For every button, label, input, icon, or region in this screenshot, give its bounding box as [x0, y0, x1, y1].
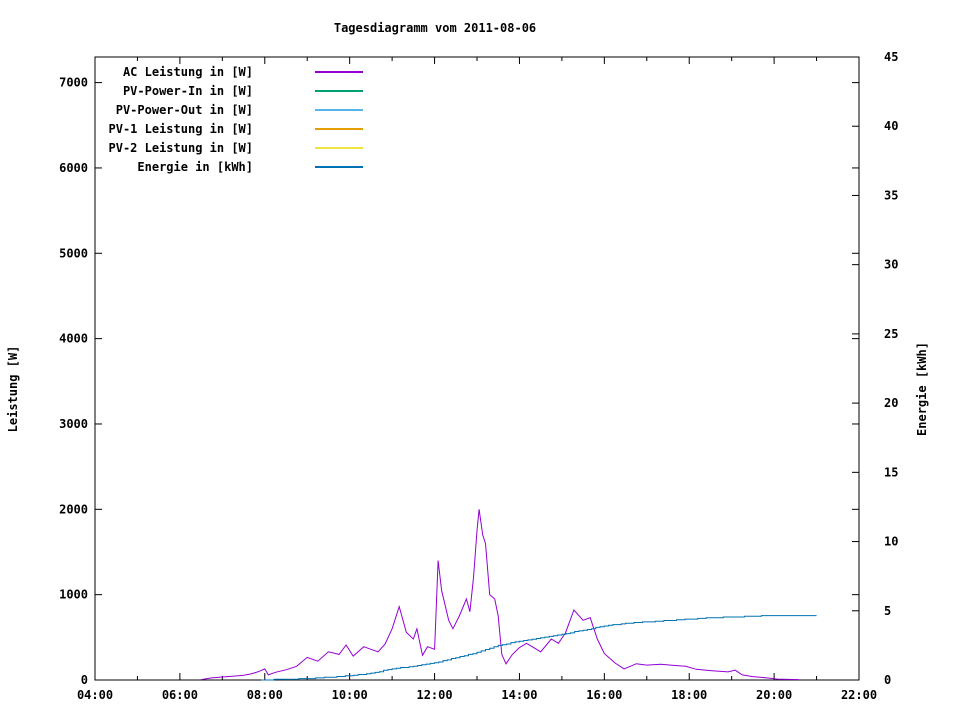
y2-tick-label: 30: [884, 258, 898, 272]
x-tick-label: 16:00: [586, 688, 622, 702]
x-tick-label: 08:00: [247, 688, 283, 702]
y2-tick-label: 45: [884, 50, 898, 64]
x-tick-label: 12:00: [416, 688, 452, 702]
y-tick-label: 1000: [59, 588, 88, 602]
series-line-0: [201, 509, 799, 681]
legend: AC Leistung in [W] PV-Power-In in [W] PV-P…: [95, 62, 363, 176]
y-tick-label: 7000: [59, 76, 88, 90]
x-tick-label: 18:00: [671, 688, 707, 702]
y2-tick-label: 15: [884, 465, 898, 479]
x-tick-label: 14:00: [501, 688, 537, 702]
legend-item-label: Energie in [kWh]: [137, 159, 253, 174]
legend-item-label: PV-1 Leistung in [W]: [108, 121, 254, 136]
legend-item: PV-2 Leistung in [W]: [95, 138, 363, 157]
legend-item-label: PV-Power-In in [W]: [122, 83, 253, 98]
y2-tick-label: 35: [884, 188, 898, 202]
y-tick-label: 5000: [59, 246, 88, 260]
chart-canvas: Tagesdiagramm vom 2011-08-06 Leistung [W…: [0, 0, 960, 720]
y2-tick-label: 25: [884, 327, 898, 341]
y2-tick-label: 20: [884, 396, 898, 410]
y2-tick-label: 40: [884, 119, 898, 133]
y-tick-label: 6000: [59, 161, 88, 175]
y-tick-label: 3000: [59, 417, 88, 431]
x-tick-label: 06:00: [162, 688, 198, 702]
legend-item-line: [315, 89, 363, 92]
y2-tick-label: 5: [884, 604, 891, 618]
x-tick-label: 10:00: [332, 688, 368, 702]
legend-item: Energie in [kWh]: [95, 157, 363, 176]
x-tick-label: 22:00: [841, 688, 877, 702]
legend-item-label: AC Leistung in [W]: [122, 64, 253, 79]
y2-tick-label: 0: [884, 673, 891, 687]
legend-item-line: [315, 108, 363, 111]
y-tick-label: 2000: [59, 502, 88, 516]
legend-item-label: PV-2 Leistung in [W]: [108, 140, 254, 155]
legend-item-label: PV-Power-Out in [W]: [115, 102, 253, 117]
legend-item: PV-1 Leistung in [W]: [95, 119, 363, 138]
legend-item-line: [315, 165, 363, 168]
legend-item-line: [315, 70, 363, 73]
legend-item-line: [315, 127, 363, 130]
x-tick-label: 04:00: [77, 688, 113, 702]
y-tick-label: 4000: [59, 332, 88, 346]
y-tick-label: 0: [81, 673, 88, 687]
legend-item: PV-Power-Out in [W]: [95, 100, 363, 119]
legend-item-line: [315, 146, 363, 149]
legend-item: AC Leistung in [W]: [95, 62, 363, 81]
x-tick-label: 20:00: [756, 688, 792, 702]
y2-tick-label: 10: [884, 535, 898, 549]
legend-item: PV-Power-In in [W]: [95, 81, 363, 100]
